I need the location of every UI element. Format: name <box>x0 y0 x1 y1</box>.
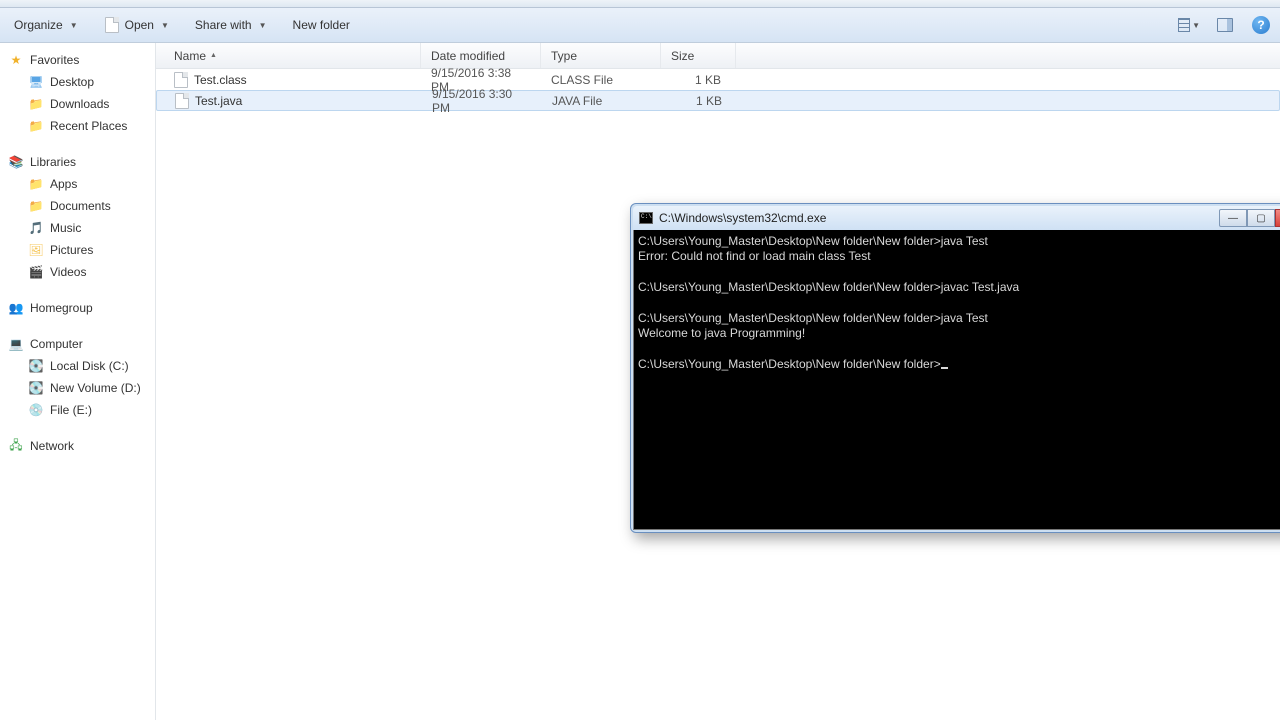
sidebar-item-local-disk-c[interactable]: 💽Local Disk (C:) <box>8 355 155 377</box>
cmd-console[interactable]: C:\Users\Young_Master\Desktop\New folder… <box>633 230 1280 530</box>
sidebar-header-libraries[interactable]: 📚Libraries <box>8 151 155 173</box>
file-list-pane: Name▲ Date modified Type Size Test.class… <box>156 43 1280 720</box>
new-folder-button[interactable]: New folder <box>287 15 356 35</box>
chevron-down-icon: ▼ <box>259 21 267 30</box>
desktop-icon: 🖥 <box>28 74 44 90</box>
open-button[interactable]: Open ▼ <box>98 14 175 36</box>
sort-asc-icon: ▲ <box>210 52 217 59</box>
chevron-down-icon: ▼ <box>70 21 78 30</box>
computer-icon: 💻 <box>8 336 24 352</box>
navigation-sidebar: ★ Favorites 🖥Desktop 📁Downloads 📁Recent P… <box>0 43 156 720</box>
column-headers: Name▲ Date modified Type Size <box>156 43 1280 69</box>
share-label: Share with <box>195 18 252 32</box>
disc-icon: 💿 <box>28 402 44 418</box>
preview-pane-icon <box>1217 18 1233 32</box>
folder-icon: 📁 <box>28 176 44 192</box>
new-folder-label: New folder <box>293 18 350 32</box>
cmd-icon <box>639 212 653 224</box>
cursor-icon <box>941 367 948 369</box>
file-icon <box>175 93 189 109</box>
chevron-down-icon: ▼ <box>1192 21 1200 30</box>
star-icon: ★ <box>8 52 24 68</box>
file-row[interactable]: Test.class 9/15/2016 3:38 PM CLASS File … <box>156 69 1280 90</box>
column-date-modified[interactable]: Date modified <box>421 43 541 68</box>
console-line: C:\Users\Young_Master\Desktop\New folder… <box>638 357 941 371</box>
drive-icon: 💽 <box>28 380 44 396</box>
libraries-icon: 📚 <box>8 154 24 170</box>
console-line: Welcome to java Programming! <box>638 326 805 340</box>
share-with-button[interactable]: Share with ▼ <box>189 15 273 35</box>
help-button[interactable]: ? <box>1250 14 1272 36</box>
view-mode-button[interactable]: ▼ <box>1178 14 1200 36</box>
sidebar-header-homegroup[interactable]: 👥Homegroup <box>8 297 155 319</box>
console-line: C:\Users\Young_Master\Desktop\New folder… <box>638 234 988 248</box>
sidebar-header-network[interactable]: 🖧Network <box>8 435 155 457</box>
cmd-titlebar[interactable]: C:\Windows\system32\cmd.exe — ▢ ✕ <box>633 206 1280 230</box>
close-button[interactable]: ✕ <box>1275 209 1280 227</box>
folder-icon: 📁 <box>28 96 44 112</box>
sidebar-item-downloads[interactable]: 📁Downloads <box>8 93 155 115</box>
explorer-toolbar: Organize ▼ Open ▼ Share with ▼ New folde… <box>0 8 1280 43</box>
preview-pane-button[interactable] <box>1214 14 1236 36</box>
cmd-window[interactable]: C:\Windows\system32\cmd.exe — ▢ ✕ C:\Use… <box>630 203 1280 533</box>
chevron-down-icon: ▼ <box>161 21 169 30</box>
drive-icon: 💽 <box>28 358 44 374</box>
sidebar-item-documents[interactable]: 📁Documents <box>8 195 155 217</box>
sidebar-item-apps[interactable]: 📁Apps <box>8 173 155 195</box>
sidebar-item-videos[interactable]: 🎬Videos <box>8 261 155 283</box>
cmd-title: C:\Windows\system32\cmd.exe <box>659 211 1213 225</box>
help-icon: ? <box>1252 16 1270 34</box>
favorites-label: Favorites <box>30 53 79 67</box>
column-name[interactable]: Name▲ <box>156 43 421 68</box>
file-icon <box>174 72 188 88</box>
organize-label: Organize <box>14 18 63 32</box>
file-row[interactable]: Test.java 9/15/2016 3:30 PM JAVA File 1 … <box>156 90 1280 111</box>
pictures-icon: 🖼 <box>28 242 44 258</box>
sidebar-header-favorites[interactable]: ★ Favorites <box>8 49 155 71</box>
sidebar-item-file-e[interactable]: 💿File (E:) <box>8 399 155 421</box>
music-icon: 🎵 <box>28 220 44 236</box>
console-line: Error: Could not find or load main class… <box>638 249 871 263</box>
sidebar-item-recent-places[interactable]: 📁Recent Places <box>8 115 155 137</box>
open-label: Open <box>125 18 154 32</box>
console-line: C:\Users\Young_Master\Desktop\New folder… <box>638 311 988 325</box>
sidebar-item-new-volume-d[interactable]: 💽New Volume (D:) <box>8 377 155 399</box>
folder-icon: 📁 <box>28 198 44 214</box>
sidebar-item-desktop[interactable]: 🖥Desktop <box>8 71 155 93</box>
folder-icon: 📁 <box>28 118 44 134</box>
console-line: C:\Users\Young_Master\Desktop\New folder… <box>638 280 1019 294</box>
file-icon <box>104 17 120 33</box>
maximize-button[interactable]: ▢ <box>1247 209 1275 227</box>
list-view-icon <box>1178 18 1190 32</box>
column-size[interactable]: Size <box>661 43 736 68</box>
column-type[interactable]: Type <box>541 43 661 68</box>
sidebar-item-pictures[interactable]: 🖼Pictures <box>8 239 155 261</box>
organize-button[interactable]: Organize ▼ <box>8 15 84 35</box>
sidebar-item-music[interactable]: 🎵Music <box>8 217 155 239</box>
sidebar-header-computer[interactable]: 💻Computer <box>8 333 155 355</box>
minimize-button[interactable]: — <box>1219 209 1247 227</box>
address-bar[interactable] <box>0 0 1280 8</box>
network-icon: 🖧 <box>8 438 24 454</box>
homegroup-icon: 👥 <box>8 300 24 316</box>
videos-icon: 🎬 <box>28 264 44 280</box>
